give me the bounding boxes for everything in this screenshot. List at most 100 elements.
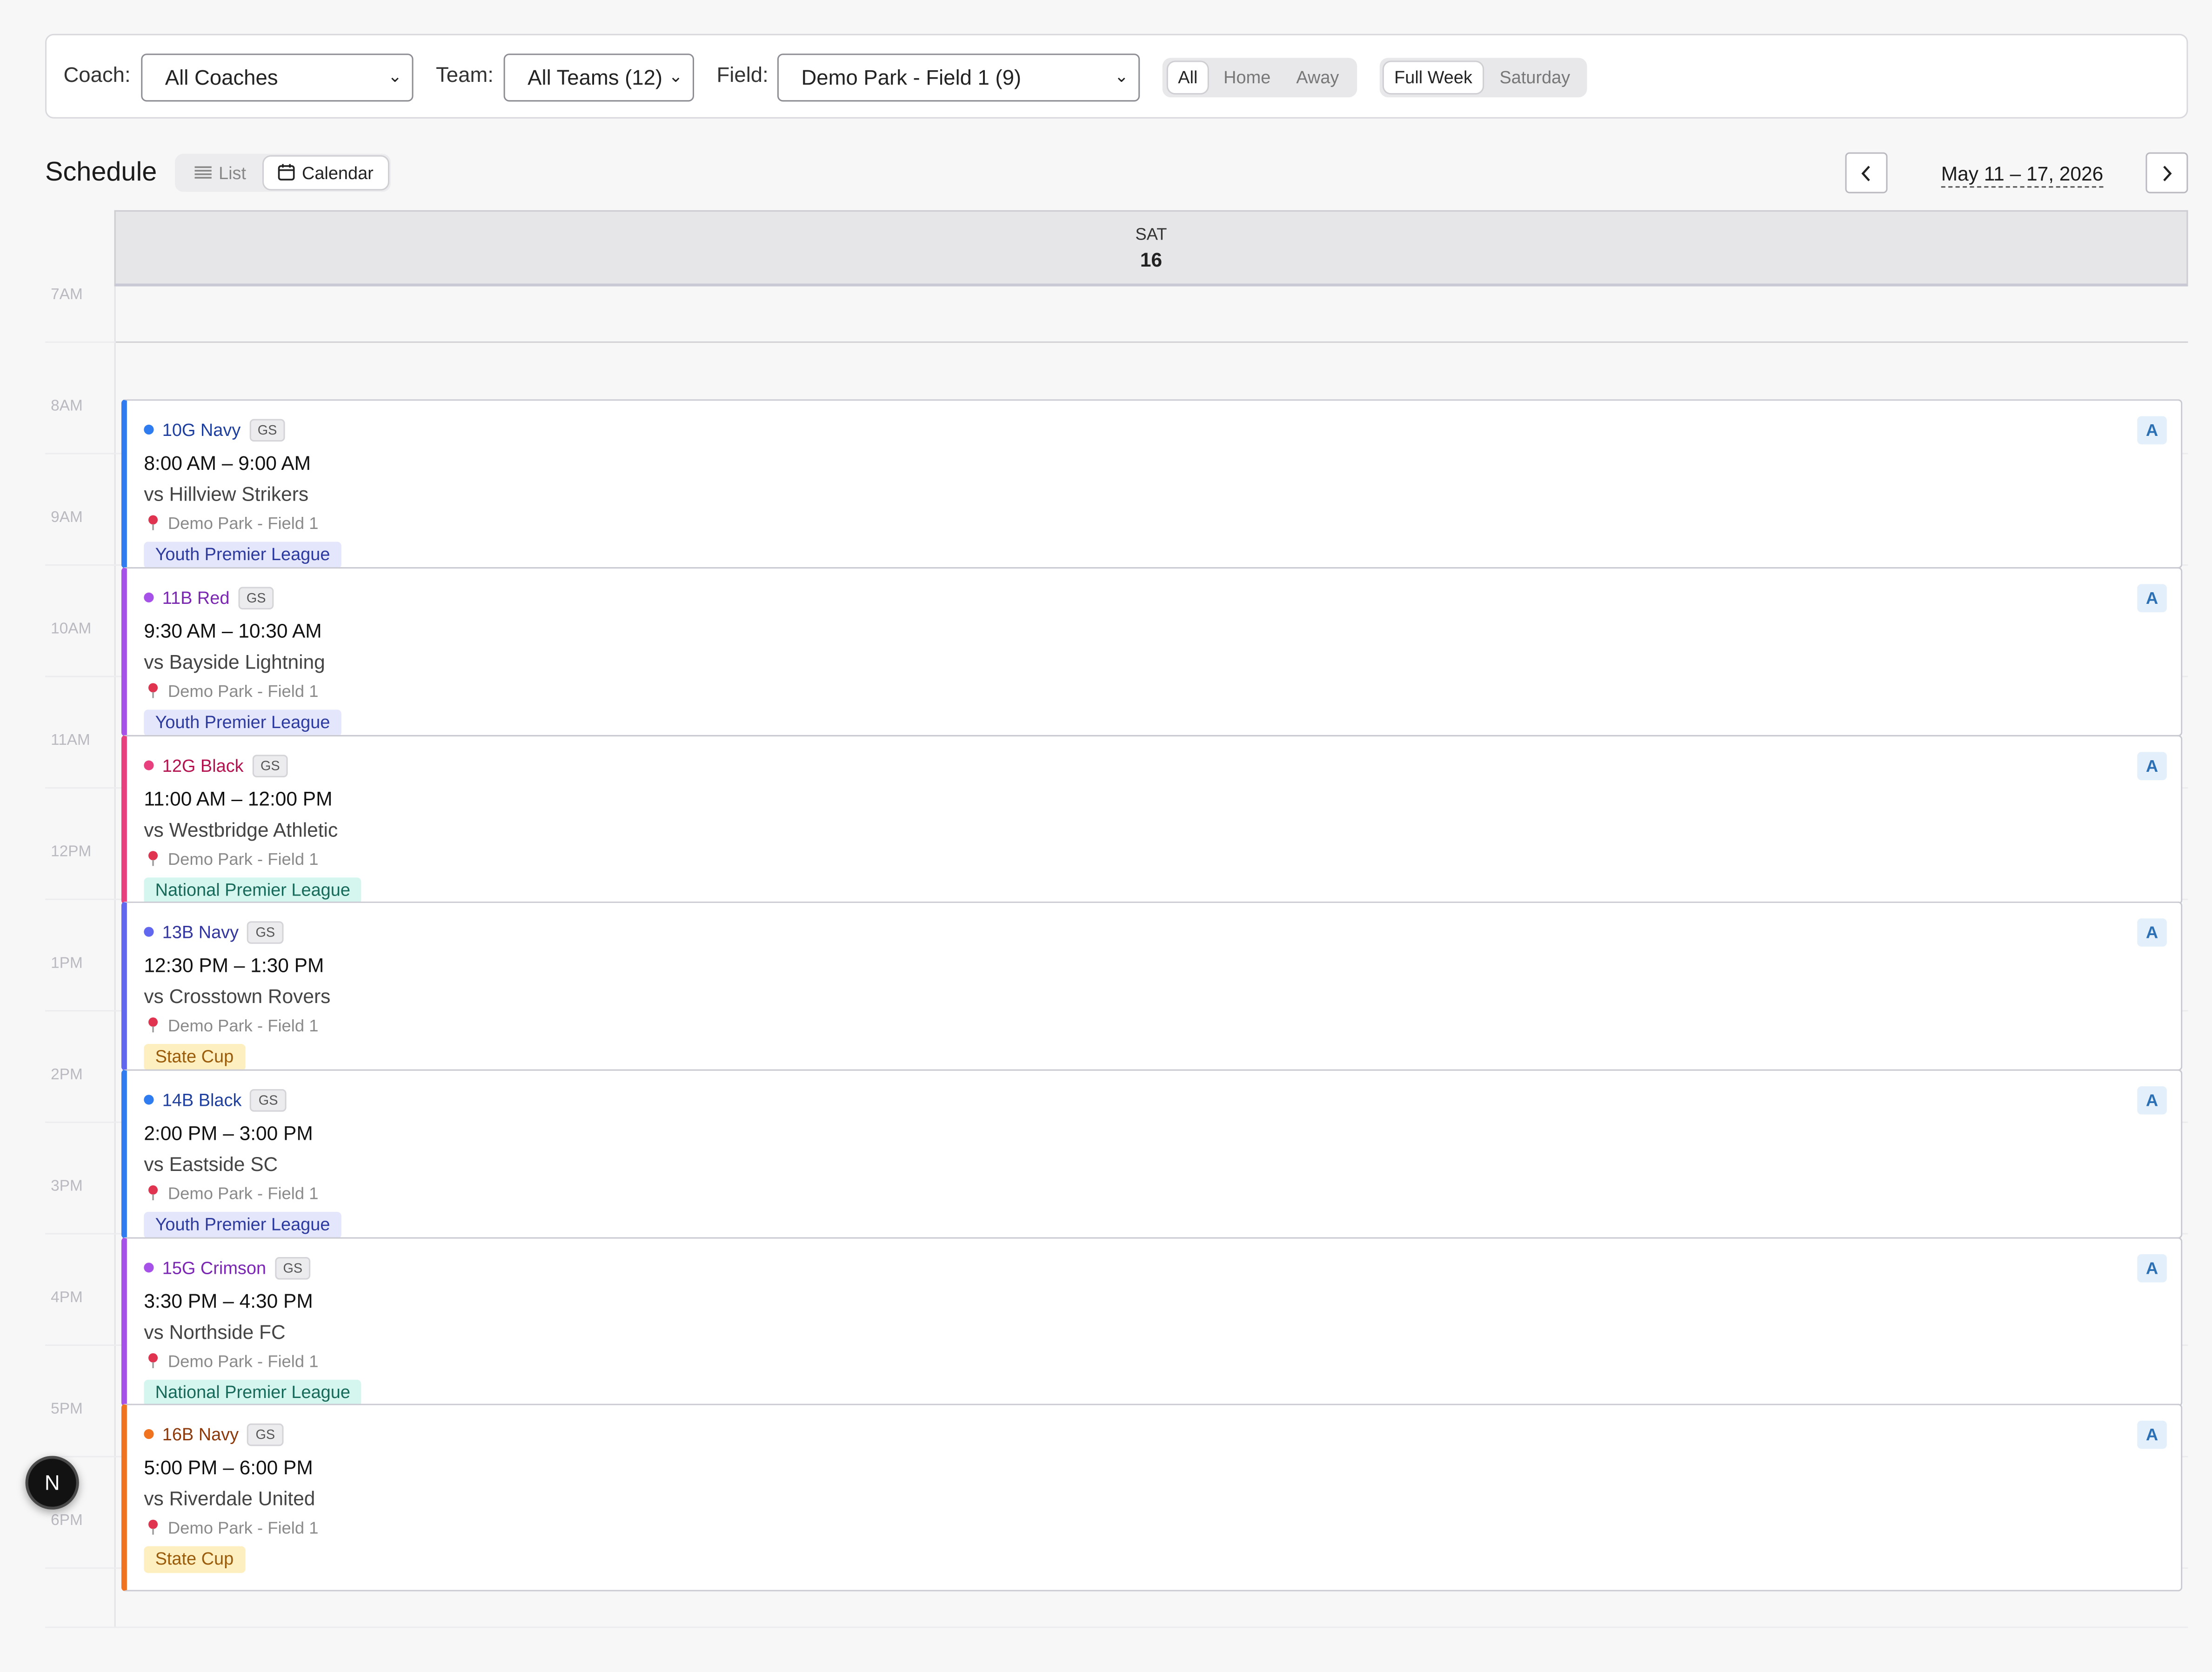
event-tag: GS [247,921,284,944]
event-card[interactable]: 13B Navy GS 12:30 PM – 1:30 PM vs Crossto… [121,901,2183,1071]
coach-label: Coach: [63,63,131,88]
day-number: 16 [1140,248,1163,271]
event-card[interactable]: 10G Navy GS 8:00 AM – 9:00 AM vs Hillview… [121,399,2183,569]
event-location: Demo Park - Field 1 [147,1351,318,1371]
event-league-badge: National Premier League [144,1379,362,1405]
location-pin-icon [148,851,158,866]
event-opponent: vs Westbridge Athletic [144,818,338,841]
hour-label: 4PM [51,1289,83,1307]
hour-label: 10AM [51,621,92,638]
day-column-header: SAT 16 [114,210,2188,287]
event-status-badge: A [2137,1254,2167,1283]
hour-label: 12PM [51,843,92,861]
event-status-badge: A [2137,752,2167,780]
chevron-down-icon: ⌄ [668,66,683,86]
event-tag: GS [249,419,286,442]
event-card[interactable]: 14B Black GS 2:00 PM – 3:00 PM vs Eastsid… [121,1069,2183,1239]
n-badge-label: N [44,1471,60,1496]
venue-all-button[interactable]: All [1168,62,1208,94]
event-status-badge: A [2137,584,2167,613]
event-location-text: Demo Park - Field 1 [167,849,319,869]
event-location-text: Demo Park - Field 1 [167,1351,319,1371]
event-team: 10G Navy GS [144,419,286,442]
event-tag: GS [274,1257,311,1280]
location-pin-icon [148,1353,158,1368]
event-time: 9:30 AM – 10:30 AM [144,619,322,642]
event-location-text: Demo Park - Field 1 [167,1518,319,1538]
view-toggle: List Calendar [175,154,391,192]
event-location-text: Demo Park - Field 1 [167,513,319,534]
event-team-name: 12G Black [162,756,244,776]
team-color-dot [144,760,154,770]
team-color-dot [144,592,154,602]
field-label: Field: [716,63,769,88]
hour-label: 2PM [51,1066,83,1083]
event-location: Demo Park - Field 1 [147,1184,318,1204]
venue-home-button[interactable]: Home [1213,62,1281,93]
chevron-left-icon [1861,166,1870,181]
event-team: 14B Black GS [144,1089,287,1112]
list-icon [194,166,212,179]
coach-select-value: All Coaches [165,66,278,91]
event-team: 11B Red GS [144,587,274,610]
team-select[interactable]: All Teams (12) ⌄ [503,54,694,102]
event-league-badge: Youth Premier League [144,709,341,735]
next-week-button[interactable] [2145,152,2188,194]
venue-away-button[interactable]: Away [1284,62,1352,93]
event-card[interactable]: 16B Navy GS 5:00 PM – 6:00 PM vs Riverdal… [121,1404,2183,1592]
grid-divider [114,286,116,1627]
team-color-dot [144,1263,154,1273]
event-card[interactable]: 11B Red GS 9:30 AM – 10:30 AM vs Bayside … [121,567,2183,736]
page-title: Schedule [45,158,157,188]
event-team: 13B Navy GS [144,921,284,944]
filter-bar: Coach: All Coaches ⌄ Team: All Teams (12… [45,33,2188,119]
team-select-value: All Teams (12) [528,66,663,91]
field-select[interactable]: Demo Park - Field 1 (9) ⌄ [777,54,1140,102]
period-full-week-button[interactable]: Full Week [1383,62,1483,94]
event-card[interactable]: 12G Black GS 11:00 AM – 12:00 PM vs Westb… [121,735,2183,904]
calendar-view-button[interactable]: Calendar [264,156,388,189]
event-team-name: 16B Navy [162,1425,239,1445]
event-team: 15G Crimson GS [144,1257,311,1280]
date-range[interactable]: May 11 – 17, 2026 [1941,162,2104,188]
grid-bottom-line [45,1626,2188,1628]
event-opponent: vs Hillview Strikers [144,482,309,505]
list-view-button[interactable]: List [180,157,262,189]
hour-label: 8AM [51,398,83,415]
event-status-badge: A [2137,1086,2167,1115]
hour-label: 11AM [51,732,90,749]
event-status-badge: A [2137,918,2167,947]
team-label: Team: [436,63,494,88]
n-logo-icon[interactable]: N [25,1456,79,1510]
location-pin-icon [148,515,158,530]
event-team-name: 10G Navy [162,420,241,441]
calendar-icon [278,164,295,181]
hour-label: 1PM [51,955,83,972]
event-team-name: 14B Black [162,1090,242,1110]
calendar-view-label: Calendar [301,163,374,184]
venue-filter: All Home Away [1162,58,1357,98]
event-location: Demo Park - Field 1 [147,682,318,701]
event-team-name: 11B Red [162,588,230,609]
location-pin-icon [148,1185,158,1201]
coach-select[interactable]: All Coaches ⌄ [141,54,414,102]
team-color-dot [144,1095,154,1105]
event-tag: GS [252,755,288,777]
event-time: 11:00 AM – 12:00 PM [144,787,333,810]
event-team-name: 15G Crimson [162,1258,267,1278]
team-color-dot [144,927,154,937]
prev-week-button[interactable] [1845,152,1888,194]
event-time: 8:00 AM – 9:00 AM [144,451,311,474]
event-tag: GS [238,587,274,610]
event-team: 12G Black GS [144,755,288,777]
hour-label: 3PM [51,1178,83,1195]
day-name: SAT [1135,224,1167,244]
event-opponent: vs Riverdale United [144,1487,315,1510]
period-saturday-button[interactable]: Saturday [1487,62,1583,93]
field-select-value: Demo Park - Field 1 (9) [801,66,1022,91]
team-color-dot [144,1429,154,1439]
team-color-dot [144,424,154,435]
event-location: Demo Park - Field 1 [147,1518,318,1538]
event-card[interactable]: 15G Crimson GS 3:30 PM – 4:30 PM vs North… [121,1237,2183,1407]
location-pin-icon [148,1017,158,1033]
